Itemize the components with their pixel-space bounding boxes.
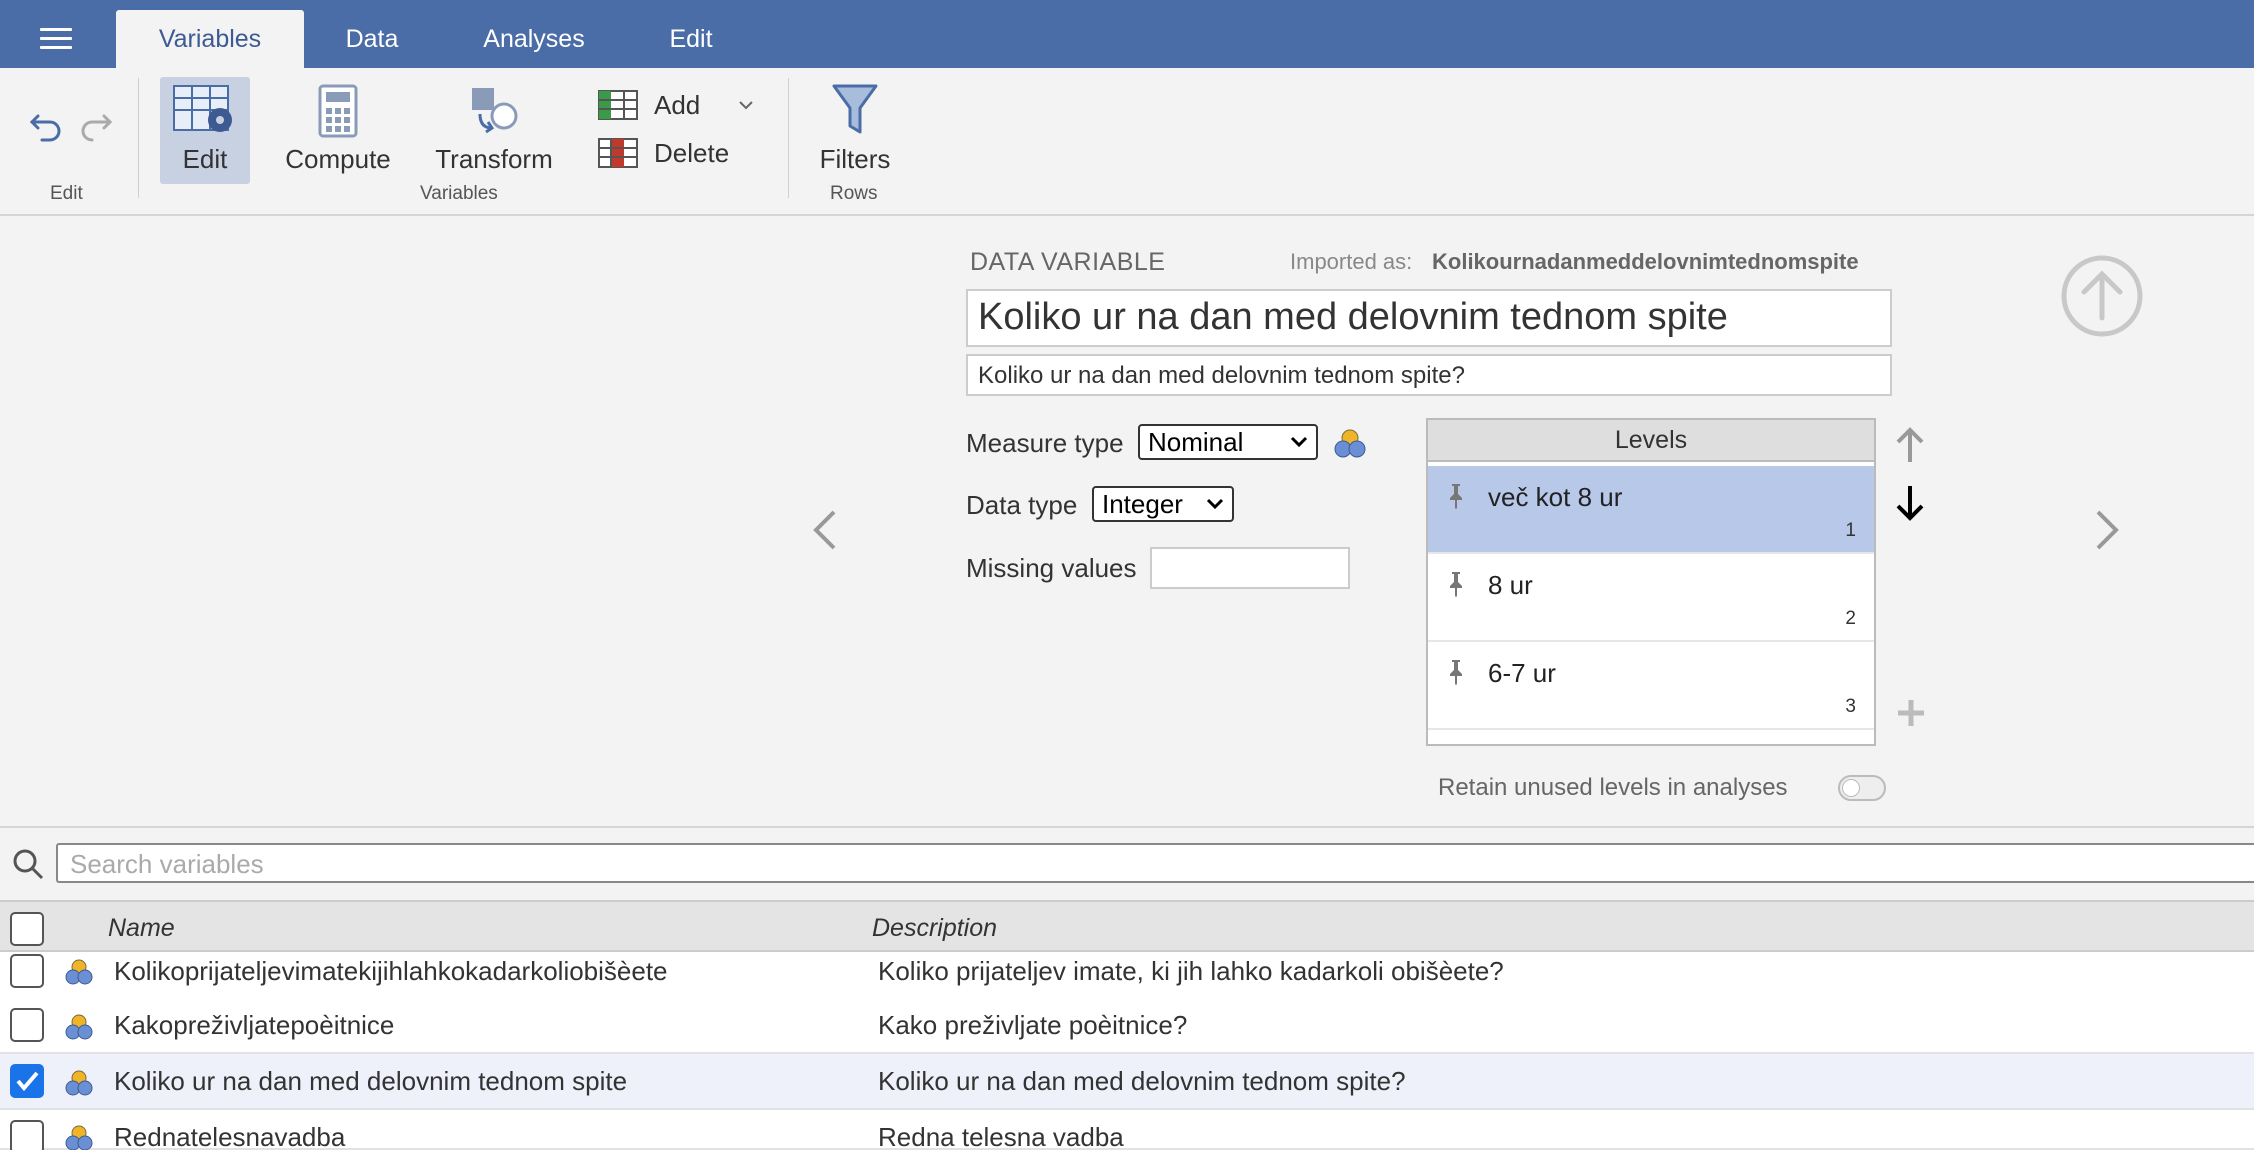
nominal-measure-icon — [65, 1070, 93, 1096]
edit-group-label: Edit — [50, 183, 83, 204]
variable-description: Kako preživljate poèitnice? — [878, 1010, 1188, 1040]
add-level-plus-icon[interactable] — [1896, 698, 1926, 728]
delete-variable-icon[interactable] — [598, 138, 638, 168]
variables-list-header: Name Description — [0, 900, 2254, 952]
variable-name-field[interactable]: Koliko ur na dan med delovnim tednom spi… — [966, 289, 1892, 347]
variable-name: Rednatelesnavadba — [114, 1122, 346, 1150]
tab-data[interactable]: Data — [322, 10, 422, 68]
edit-variable-icon — [173, 85, 232, 132]
pin-icon[interactable] — [1446, 658, 1466, 686]
name-column-header[interactable]: Name — [108, 914, 175, 943]
search-variables-input[interactable]: Search variables — [56, 843, 2254, 883]
level-item[interactable]: več kot 8 ur 1 — [1428, 466, 1874, 554]
compute-button-label[interactable]: Compute — [278, 144, 398, 175]
nominal-measure-icon — [65, 1014, 93, 1040]
transform-button-label[interactable]: Transform — [426, 144, 562, 175]
hamburger-menu-icon[interactable] — [40, 28, 72, 52]
top-menu-bar: Variables Data Analyses Edit — [0, 0, 2254, 68]
transform-icon[interactable] — [464, 84, 522, 138]
row-checkbox[interactable] — [10, 954, 44, 988]
ribbon-separator — [138, 78, 139, 198]
measure-type-label: Measure type — [966, 428, 1124, 458]
nominal-measure-icon — [1334, 429, 1366, 458]
levels-header: Levels — [1428, 420, 1874, 462]
toggle-knob — [1842, 779, 1860, 797]
rows-group-label: Rows — [830, 183, 878, 204]
add-variable-icon[interactable] — [598, 90, 638, 120]
level-label[interactable]: več kot 8 ur — [1488, 482, 1622, 513]
search-icon — [13, 849, 44, 880]
retain-unused-levels-label: Retain unused levels in analyses — [1438, 774, 1788, 801]
ribbon-separator — [788, 78, 789, 198]
variable-description-field[interactable]: Koliko ur na dan med delovnim tednom spi… — [966, 354, 1892, 396]
row-checkbox[interactable] — [10, 1120, 44, 1150]
missing-values-label: Missing values — [966, 553, 1137, 583]
level-value: 2 — [1845, 608, 1856, 629]
imported-as-value: Kolikournadanmeddelovnimtednomspite — [1432, 249, 1859, 274]
nominal-measure-icon — [65, 1125, 93, 1150]
delete-button-label[interactable]: Delete — [654, 138, 729, 169]
levels-list: Levels več kot 8 ur 1 8 ur 2 6-7 ur 3 — [1426, 418, 1876, 746]
pin-icon[interactable] — [1446, 482, 1466, 510]
variable-row[interactable]: Kakopreživljatepoèitnice Kako preživljat… — [0, 998, 2254, 1054]
undo-icon[interactable] — [28, 108, 68, 144]
description-column-header[interactable]: Description — [872, 914, 997, 943]
data-variable-title: DATA VARIABLE — [970, 248, 1166, 276]
row-checkbox[interactable] — [10, 1064, 44, 1098]
tab-analyses[interactable]: Analyses — [468, 10, 600, 68]
checkmark-icon — [16, 1071, 39, 1092]
level-item[interactable]: 6-7 ur 3 — [1428, 642, 1874, 730]
tab-variables[interactable]: Variables — [116, 10, 304, 68]
level-value: 3 — [1845, 696, 1856, 717]
data-type-value: Integer — [1102, 488, 1183, 519]
level-value: 1 — [1845, 520, 1856, 541]
nominal-measure-icon — [65, 959, 93, 985]
row-checkbox[interactable] — [10, 1008, 44, 1042]
variable-name: Kakopreživljatepoèitnice — [114, 1010, 395, 1040]
select-all-checkbox[interactable] — [10, 912, 44, 946]
variable-description: Koliko prijateljev imate, ki jih lahko k… — [878, 956, 1504, 986]
redo-icon[interactable] — [76, 108, 116, 144]
data-type-label: Data type — [966, 490, 1078, 520]
previous-variable-chevron-icon[interactable] — [812, 508, 838, 552]
missing-values-input[interactable] — [1150, 547, 1350, 589]
variable-name: Kolikoprijateljevimatekijihlahkokadarkol… — [114, 956, 668, 986]
measure-type-value: Nominal — [1148, 426, 1244, 457]
measure-type-select[interactable]: Nominal — [1138, 424, 1318, 460]
add-dropdown-chevron-icon[interactable] — [738, 100, 754, 112]
move-level-down-arrow-icon[interactable] — [1894, 484, 1926, 522]
level-label[interactable]: 6-7 ur — [1488, 658, 1556, 689]
compute-calculator-icon[interactable] — [316, 84, 360, 138]
collapse-up-icon[interactable] — [2060, 254, 2144, 338]
variable-description: Redna telesna vadba — [878, 1122, 1124, 1150]
retain-unused-levels-toggle[interactable] — [1838, 775, 1886, 801]
tab-edit[interactable]: Edit — [642, 10, 740, 68]
level-label[interactable]: 8 ur — [1488, 570, 1533, 601]
select-chevron-down-icon — [1206, 498, 1224, 510]
imported-as-label: Imported as: — [1290, 249, 1413, 274]
select-chevron-down-icon — [1290, 436, 1308, 448]
next-variable-chevron-icon[interactable] — [2094, 508, 2120, 552]
pin-icon[interactable] — [1446, 570, 1466, 598]
data-type-select[interactable]: Integer — [1092, 486, 1234, 522]
move-level-up-arrow-icon[interactable] — [1894, 426, 1926, 464]
level-item[interactable]: 8 ur 2 — [1428, 554, 1874, 642]
add-button-label[interactable]: Add — [654, 90, 700, 121]
search-bar: Search variables — [0, 826, 2254, 898]
filters-button-label[interactable]: Filters — [800, 144, 910, 175]
variable-row[interactable]: Rednatelesnavadba Redna telesna vadba — [0, 1110, 2254, 1150]
edit-button-label: Edit — [182, 144, 228, 174]
ribbon-toolbar: Edit Edit Compute Transform Add Delete V… — [0, 68, 2254, 216]
variable-description: Koliko ur na dan med delovnim tednom spi… — [878, 1066, 1406, 1096]
variable-name: Koliko ur na dan med delovnim tednom spi… — [114, 1066, 628, 1096]
variable-row[interactable]: Koliko ur na dan med delovnim tednom spi… — [0, 1054, 2254, 1110]
variables-group-label: Variables — [420, 183, 498, 204]
filter-funnel-icon[interactable] — [830, 82, 880, 138]
